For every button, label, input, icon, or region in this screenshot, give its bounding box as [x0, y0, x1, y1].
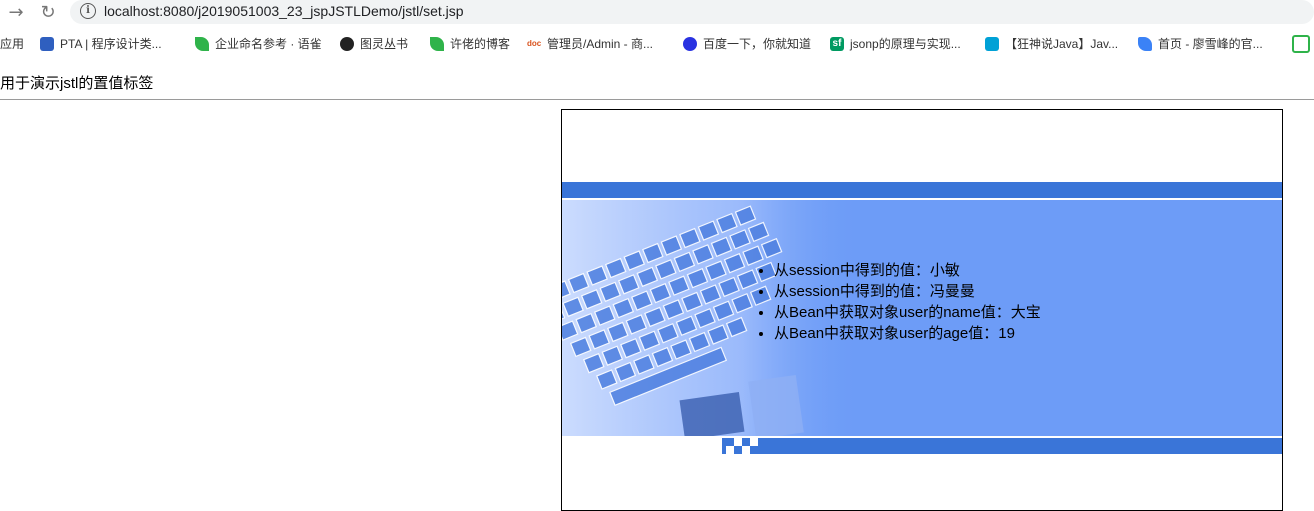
browser-toolbar: → ↻ i localhost:8080/j2019051003_23_jspJ…: [0, 0, 1314, 26]
address-bar[interactable]: i localhost:8080/j2019051003_23_jspJSTLD…: [70, 0, 1314, 24]
bookmark-label: 许佬的博客: [450, 37, 511, 51]
bookmark-apps[interactable]: 应用: [0, 35, 24, 52]
bookmark-label: PTA | 程序设计类...: [60, 37, 162, 51]
page-title: 用于演示jstl的置值标签: [0, 75, 154, 92]
site-info-icon[interactable]: i: [80, 3, 96, 19]
list-item: 从session中得到的值：小敏: [774, 260, 1041, 281]
reload-icon[interactable]: ↻: [37, 2, 59, 24]
content-panel: 从session中得到的值：小敏 从session中得到的值：冯曼曼 从Bean…: [561, 109, 1283, 511]
bookmark-label: 管理员/Admin - 商...: [547, 37, 654, 51]
bookmark-liaoxuefeng[interactable]: 首页 - 廖雪峰的官...: [1138, 35, 1263, 52]
list-item: 从Bean中获取对象user的name值：大宝: [774, 302, 1041, 323]
bookmark-label: 首页 - 廖雪峰的官...: [1158, 37, 1263, 51]
bookmark-folder-icon: [1292, 35, 1310, 53]
value-list: 从session中得到的值：小敏 从session中得到的值：冯曼曼 从Bean…: [752, 260, 1041, 344]
yuque-icon: [430, 36, 444, 51]
bookmark-yuque-1[interactable]: 企业命名参考 · 语雀: [195, 35, 322, 52]
bookmark-overflow[interactable]: [1292, 35, 1310, 53]
bookmark-jsonp[interactable]: sf jsonp的原理与实现...: [830, 35, 961, 52]
bookmark-admin[interactable]: doc 管理员/Admin - 商...: [527, 35, 653, 52]
list-item: 从session中得到的值：冯曼曼: [774, 281, 1041, 302]
bookmark-label: 企业命名参考 · 语雀: [215, 37, 322, 51]
bookmark-pta[interactable]: PTA | 程序设计类...: [40, 35, 162, 52]
sf-icon: sf: [830, 36, 844, 51]
bookmark-label: 应用: [0, 37, 25, 51]
bookmark-label: jsonp的原理与实现...: [850, 37, 961, 51]
yuque-icon: [195, 36, 209, 51]
pta-icon: [40, 36, 54, 51]
top-band: [562, 182, 1282, 198]
list-item: 从Bean中获取对象user的age值：19: [774, 323, 1041, 344]
bookmark-yuque-2[interactable]: 许佬的博客: [430, 35, 510, 52]
horizontal-rule: [0, 99, 1314, 100]
bookmark-label: 图灵丛书: [360, 37, 409, 51]
doc-icon: doc: [527, 38, 542, 48]
github-icon: [340, 36, 354, 51]
bilibili-icon: [985, 36, 999, 51]
bookmark-github[interactable]: 图灵丛书: [340, 35, 408, 52]
bookmark-baidu[interactable]: 百度一下，你就知道: [683, 35, 811, 52]
bookmark-bilibili[interactable]: 【狂神说Java】Jav...: [985, 35, 1118, 52]
rocket-icon: [1138, 36, 1152, 51]
baidu-icon: [683, 36, 697, 51]
bookmarks-bar: 应用 PTA | 程序设计类... 企业命名参考 · 语雀 图灵丛书 许佬的博客…: [0, 30, 1314, 56]
checker-decoration: [726, 438, 758, 454]
bookmark-label: 【狂神说Java】Jav...: [1005, 37, 1119, 51]
bookmark-label: 百度一下，你就知道: [703, 37, 812, 51]
forward-icon[interactable]: →: [5, 2, 27, 24]
bottom-band: [722, 438, 1282, 454]
url-text[interactable]: localhost:8080/j2019051003_23_jspJSTLDem…: [104, 3, 464, 19]
